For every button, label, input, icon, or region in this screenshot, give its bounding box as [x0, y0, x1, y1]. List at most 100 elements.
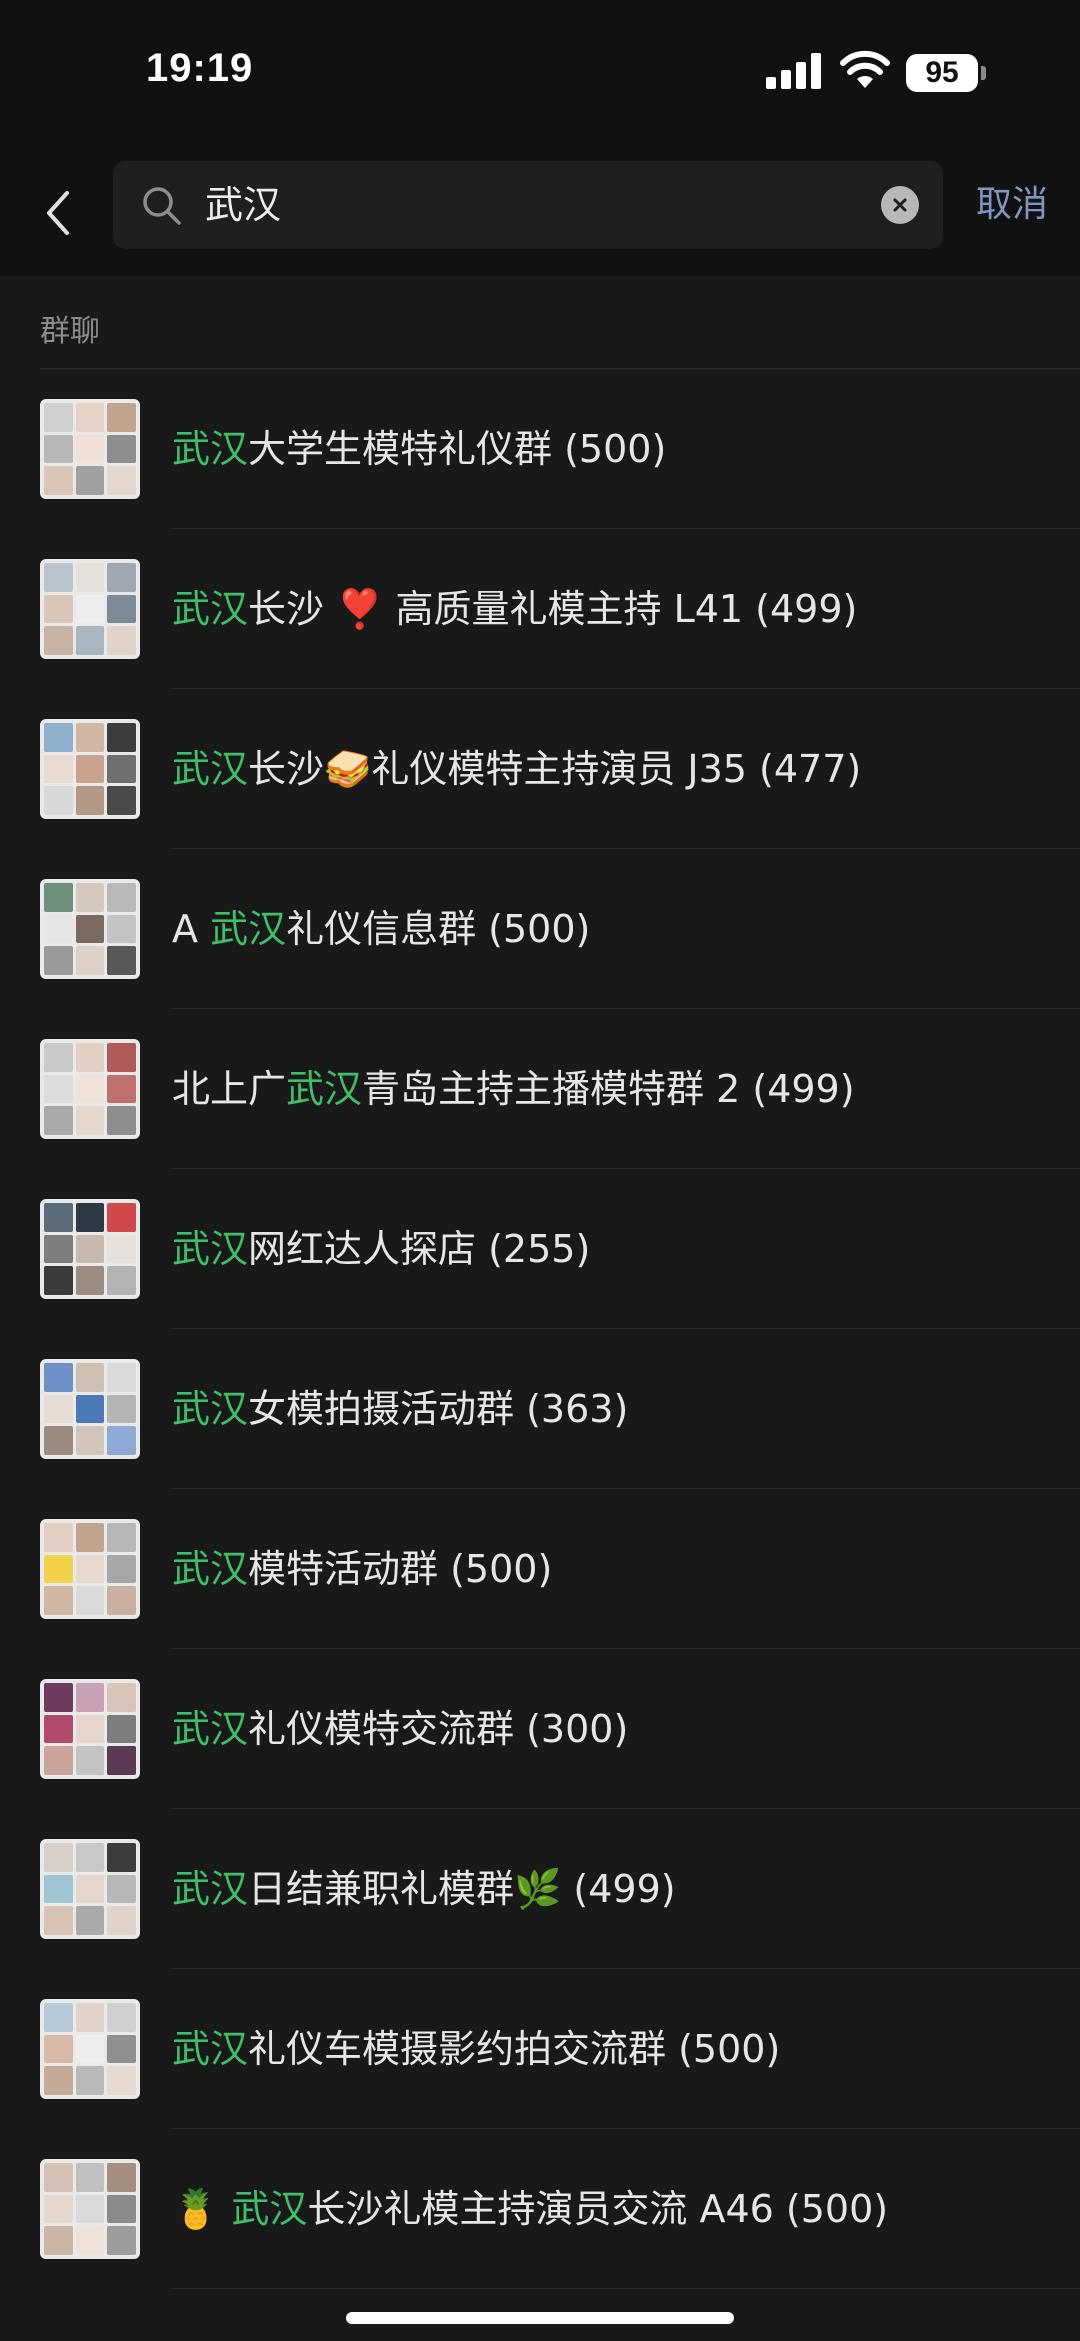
group-name: 武汉长沙🥪礼仪模特主持演员 J35 (477)	[172, 689, 861, 849]
group-name-suffix: 礼仪信息群 (500)	[286, 907, 591, 951]
group-chat-result[interactable]: 武汉礼仪模特交流群 (300)	[0, 1649, 1080, 1809]
member-avatar-thumb	[107, 914, 136, 944]
group-name: 武汉大学生模特礼仪群 (500)	[172, 369, 666, 529]
search-input[interactable]: 武汉	[113, 161, 943, 249]
member-avatar-thumb	[44, 434, 73, 464]
group-name: 北上广武汉青岛主持主播模特群 2 (499)	[172, 1009, 855, 1169]
member-avatar-thumb	[75, 626, 105, 655]
member-avatar-thumb	[44, 2034, 73, 2064]
member-avatar-thumb	[107, 2066, 136, 2095]
member-avatar-thumb	[75, 1394, 105, 1424]
group-chat-result[interactable]: A 武汉礼仪信息群 (500)	[0, 849, 1080, 1009]
member-avatar-thumb	[75, 1874, 105, 1904]
group-avatar	[40, 399, 140, 499]
member-avatar-thumb	[107, 1554, 136, 1584]
member-avatar-thumb	[107, 2194, 136, 2224]
group-name: 🍍 武汉长沙礼模主持演员交流 A46 (500)	[172, 2129, 888, 2289]
member-avatar-thumb	[107, 1523, 136, 1552]
member-avatar-thumb	[44, 403, 73, 432]
member-avatar-thumb	[44, 1426, 73, 1455]
member-avatar-thumb	[44, 1683, 73, 1712]
clear-search-icon[interactable]	[881, 186, 919, 224]
member-avatar-thumb	[44, 1586, 73, 1615]
row-divider	[172, 2288, 1080, 2289]
group-name-prefix: 北上广	[172, 1067, 287, 1111]
search-match-highlight: 武汉	[231, 2187, 308, 2231]
group-name-suffix: 长沙🥪礼仪模特主持演员 J35 (477)	[248, 747, 862, 791]
member-avatar-thumb	[44, 1266, 73, 1295]
group-chat-result[interactable]: 武汉大学生模特礼仪群 (500)	[0, 369, 1080, 529]
search-match-highlight: 武汉	[172, 1707, 249, 1751]
member-avatar-thumb	[44, 946, 73, 975]
member-avatar-thumb	[107, 1043, 136, 1072]
member-avatar-thumb	[107, 594, 136, 624]
cancel-button[interactable]: 取消	[976, 180, 1048, 230]
member-avatar-thumb	[75, 403, 105, 432]
member-avatar-thumb	[44, 1906, 73, 1935]
group-chat-result[interactable]: 武汉日结兼职礼模群🌿 (499)	[0, 1809, 1080, 1969]
search-query[interactable]: 武汉	[205, 161, 281, 249]
member-avatar-thumb	[44, 1234, 73, 1264]
group-name-suffix: 日结兼职礼模群🌿 (499)	[248, 1867, 676, 1911]
battery-cap	[981, 66, 986, 80]
group-avatar	[40, 1519, 140, 1619]
group-chat-result[interactable]: 武汉长沙🥪礼仪模特主持演员 J35 (477)	[0, 689, 1080, 849]
member-avatar-thumb	[75, 1074, 105, 1104]
group-chat-result[interactable]: 武汉网红达人探店 (255)	[0, 1169, 1080, 1329]
member-avatar-thumb	[75, 466, 105, 495]
member-avatar-thumb	[75, 1363, 105, 1392]
member-avatar-thumb	[44, 1554, 73, 1584]
member-avatar-thumb	[44, 2194, 73, 2224]
group-avatar	[40, 1679, 140, 1779]
member-avatar-thumb	[44, 1874, 73, 1904]
member-avatar-thumb	[107, 1426, 136, 1455]
member-avatar-thumb	[44, 883, 73, 912]
member-avatar-thumb	[75, 786, 105, 815]
member-avatar-thumb	[44, 1363, 73, 1392]
group-avatar	[40, 2159, 140, 2259]
group-name-suffix: 网红达人探店 (255)	[248, 1227, 591, 1271]
group-name: 武汉模特活动群 (500)	[172, 1489, 552, 1649]
member-avatar-thumb	[107, 563, 136, 592]
member-avatar-thumb	[75, 563, 105, 592]
group-name: 武汉礼仪车模摄影约拍交流群 (500)	[172, 1969, 780, 2129]
group-chat-result[interactable]: 武汉模特活动群 (500)	[0, 1489, 1080, 1649]
member-avatar-thumb	[44, 914, 73, 944]
home-indicator	[346, 2312, 734, 2324]
member-avatar-thumb	[107, 626, 136, 655]
group-chat-result[interactable]: 北上广武汉青岛主持主播模特群 2 (499)	[0, 1009, 1080, 1169]
status-time: 19:19	[146, 46, 254, 90]
member-avatar-thumb	[75, 434, 105, 464]
group-chat-result[interactable]: 武汉礼仪车模摄影约拍交流群 (500)	[0, 1969, 1080, 2129]
member-avatar-thumb	[44, 2003, 73, 2032]
member-avatar-thumb	[75, 2034, 105, 2064]
member-avatar-thumb	[44, 754, 73, 784]
member-avatar-thumb	[107, 1843, 136, 1872]
group-chat-result[interactable]: 武汉长沙 ❣️ 高质量礼模主持 L41 (499)	[0, 529, 1080, 689]
member-avatar-thumb	[107, 466, 136, 495]
back-button[interactable]	[30, 178, 86, 248]
group-chat-result[interactable]: 武汉女模拍摄活动群 (363)	[0, 1329, 1080, 1489]
group-chat-result[interactable]: 🍍 武汉长沙礼模主持演员交流 A46 (500)	[0, 2129, 1080, 2289]
member-avatar-thumb	[44, 2163, 73, 2192]
search-match-highlight: 武汉	[172, 1547, 249, 1591]
group-name-prefix: 🍍	[172, 2187, 232, 2231]
section-title-group-chats: 群聊	[40, 314, 100, 349]
group-name: 武汉网红达人探店 (255)	[172, 1169, 590, 1329]
member-avatar-thumb	[75, 883, 105, 912]
member-avatar-thumb	[44, 594, 73, 624]
member-avatar-thumb	[75, 1043, 105, 1072]
search-results-list: 武汉大学生模特礼仪群 (500) 武汉长沙 ❣️ 高质量礼模主持 L41 (499…	[0, 369, 1080, 2289]
member-avatar-thumb	[75, 594, 105, 624]
member-avatar-thumb	[75, 1683, 105, 1712]
member-avatar-thumb	[107, 1203, 136, 1232]
member-avatar-thumb	[107, 2034, 136, 2064]
member-avatar-thumb	[75, 1586, 105, 1615]
member-avatar-thumb	[107, 1714, 136, 1744]
member-avatar-thumb	[107, 1683, 136, 1712]
group-name: 武汉礼仪模特交流群 (300)	[172, 1649, 628, 1809]
group-avatar	[40, 719, 140, 819]
cellular-signal-icon	[766, 53, 821, 89]
member-avatar-thumb	[44, 1106, 73, 1135]
group-name-suffix: 礼仪车模摄影约拍交流群 (500)	[248, 2027, 781, 2071]
